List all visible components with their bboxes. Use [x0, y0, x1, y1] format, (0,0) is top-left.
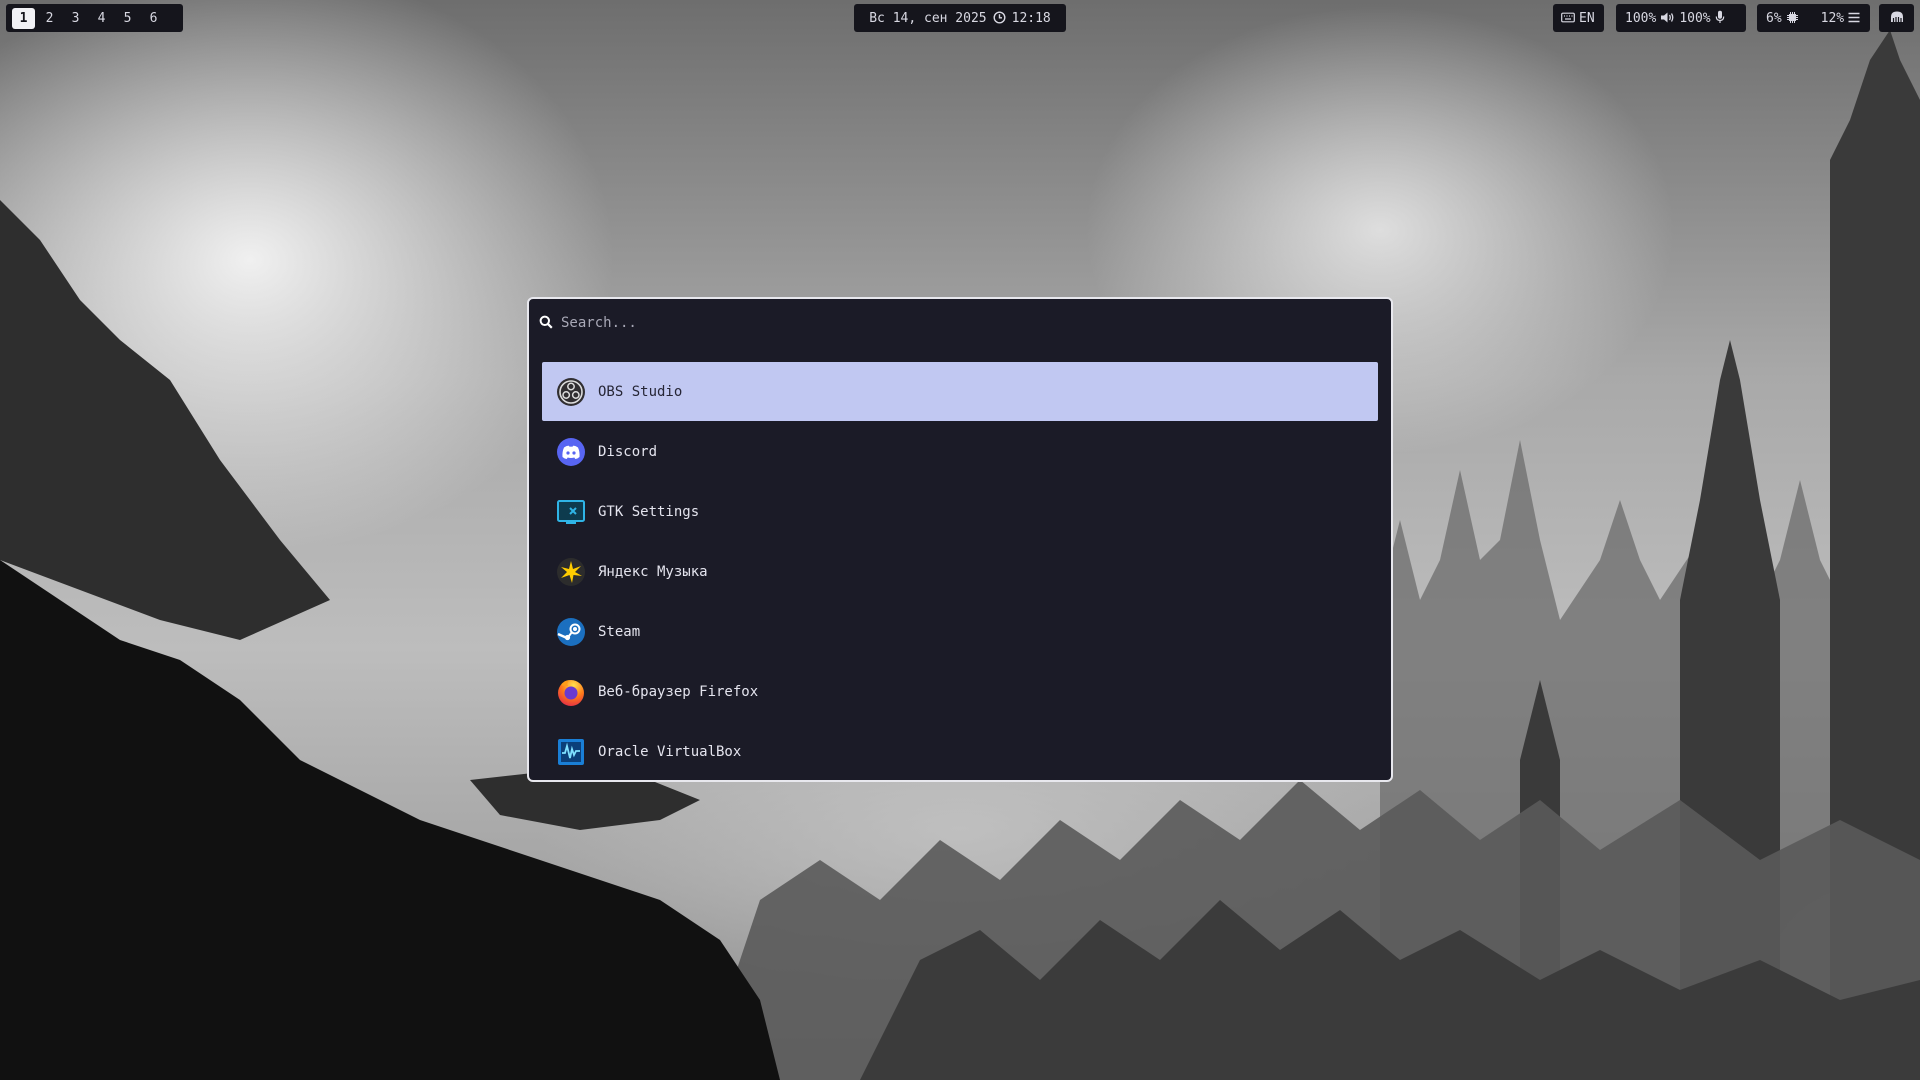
app-list: OBS Studio Discord GTK Settings Яндекс М… [542, 362, 1378, 780]
keyboard-layout-widget[interactable]: EN [1553, 4, 1604, 32]
workspace-2[interactable]: 2 [38, 8, 61, 29]
app-item-label: Steam [598, 623, 641, 640]
search-bar[interactable] [539, 312, 1323, 334]
workspace-1[interactable]: 1 [12, 7, 35, 29]
obs-icon [556, 377, 586, 407]
app-item-obs-studio[interactable]: OBS Studio [542, 362, 1378, 421]
speaker-icon[interactable] [1660, 11, 1675, 26]
menu-lines-icon [1848, 12, 1860, 25]
app-item-label: Веб-браузер Firefox [598, 683, 759, 700]
tray-app-icon[interactable] [1889, 10, 1905, 26]
app-item-label: OBS Studio [598, 383, 683, 400]
firefox-icon [556, 677, 586, 707]
system-tray [1879, 4, 1914, 32]
discord-icon [556, 437, 586, 467]
app-item-virtualbox[interactable]: Oracle VirtualBox [542, 722, 1378, 780]
yandex-music-icon [556, 557, 586, 587]
cpu-label: 6% [1766, 10, 1782, 26]
search-icon [539, 315, 553, 331]
microphone-icon[interactable] [1715, 10, 1725, 26]
workspace-6[interactable]: 6 [142, 8, 165, 29]
system-stats-widget[interactable]: 6% 12% [1757, 4, 1870, 32]
steam-icon [556, 617, 586, 647]
workspace-switcher: 1 2 3 4 5 6 [6, 4, 183, 32]
app-item-firefox[interactable]: Веб-браузер Firefox [542, 662, 1378, 721]
clock-icon [993, 10, 1006, 26]
workspace-4[interactable]: 4 [90, 8, 113, 29]
chip-icon [1786, 11, 1799, 26]
virtualbox-icon [556, 737, 586, 767]
volume-label: 100% [1625, 10, 1657, 26]
app-item-gtk-settings[interactable]: GTK Settings [542, 482, 1378, 541]
keyboard-layout-label: EN [1579, 10, 1595, 26]
app-item-steam[interactable]: Steam [542, 602, 1378, 661]
workspace-5[interactable]: 5 [116, 8, 139, 29]
audio-widget[interactable]: 100% 100% [1616, 4, 1746, 32]
app-item-label: Oracle VirtualBox [598, 743, 742, 760]
app-launcher: OBS Studio Discord GTK Settings Яндекс М… [527, 297, 1393, 782]
time-label: 12:18 [1011, 10, 1051, 26]
keyboard-icon [1561, 12, 1575, 25]
app-item-yandex-music[interactable]: Яндекс Музыка [542, 542, 1378, 601]
search-input[interactable] [559, 314, 1323, 332]
app-item-discord[interactable]: Discord [542, 422, 1378, 481]
mic-label: 100% [1679, 10, 1711, 26]
app-item-label: Яндекс Музыка [598, 563, 708, 580]
clock-widget[interactable]: Вс 14, сен 2025 12:18 [854, 4, 1066, 32]
gtk-settings-icon [556, 497, 586, 527]
date-label: Вс 14, сен 2025 [869, 10, 987, 26]
app-item-label: GTK Settings [598, 503, 700, 520]
app-item-label: Discord [598, 443, 658, 460]
memory-label: 12% [1820, 10, 1845, 26]
workspace-3[interactable]: 3 [64, 8, 87, 29]
